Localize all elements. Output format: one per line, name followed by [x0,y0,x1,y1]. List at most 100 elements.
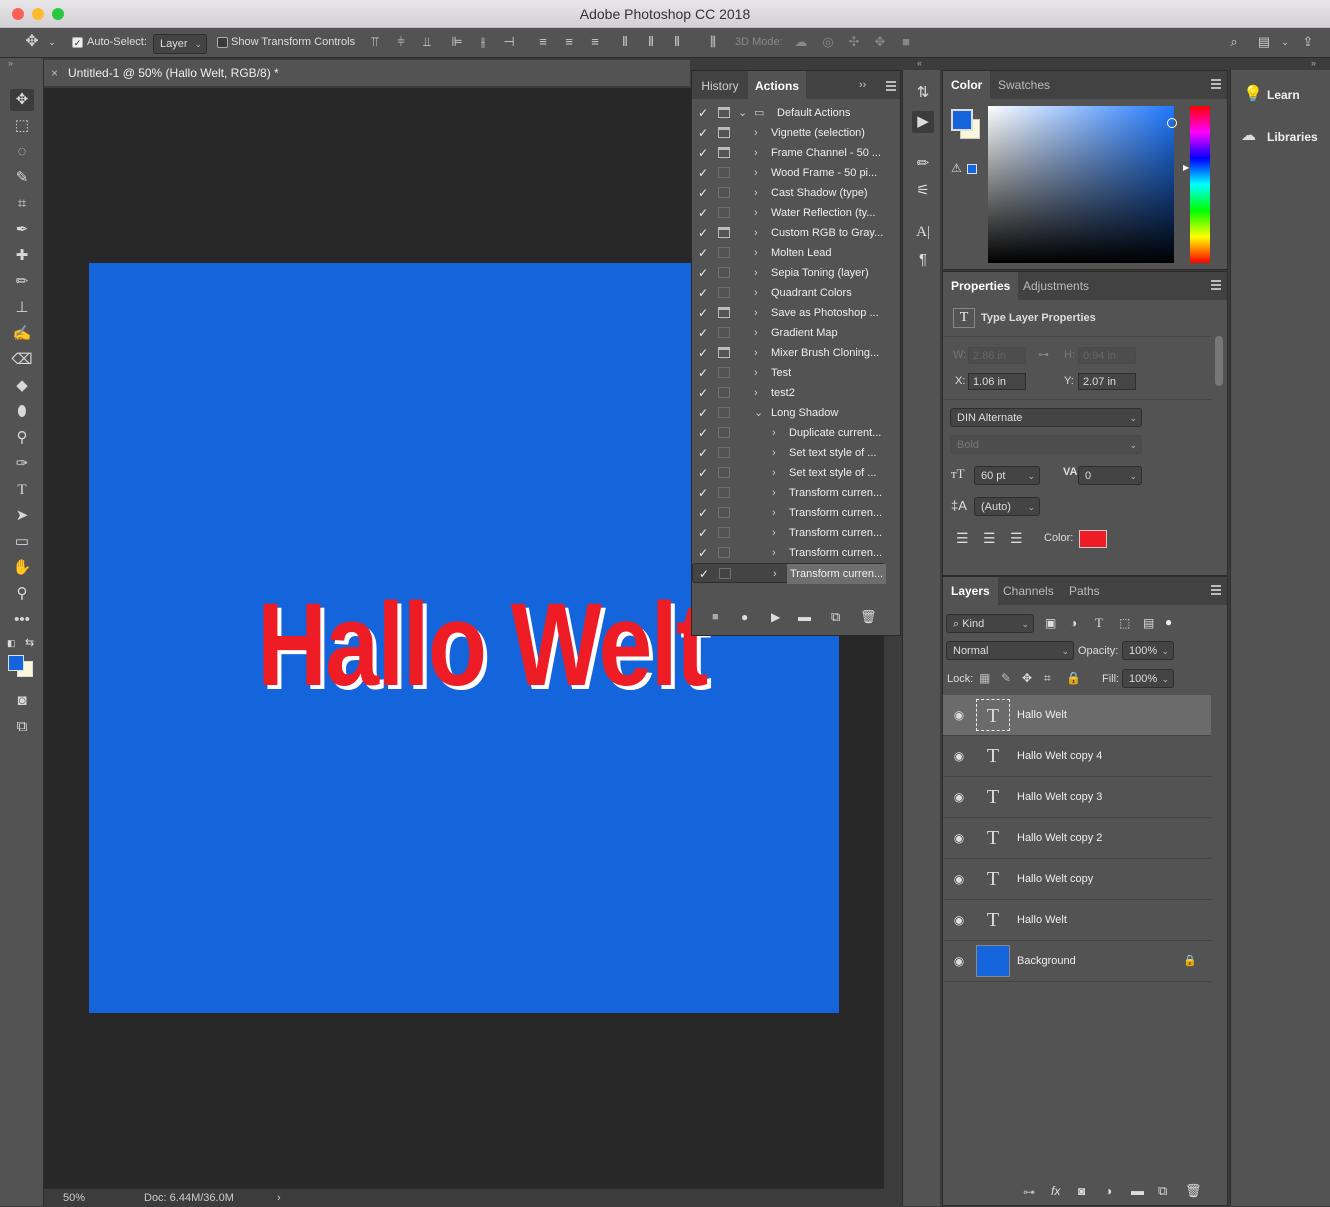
panel-menu-icon[interactable] [1211,280,1221,290]
web-safe-chip[interactable] [967,164,977,174]
layer-row[interactable]: ◉ T Hallo Welt copy [943,859,1211,900]
screen-mode-icon[interactable]: ⧉ [10,716,34,738]
quick-mask-icon[interactable]: ◙ [10,690,34,712]
workspace-chevron-icon[interactable]: ⌄ [1277,34,1293,50]
action-row[interactable]: ✓ ⌄ Long Shadow [692,403,885,423]
link-layers-icon[interactable]: ⊶ [1023,1185,1035,1199]
chevron-right-icon[interactable]: › [754,303,758,323]
lock-pixels-icon[interactable]: ✎ [1001,671,1011,685]
new-layer-icon[interactable]: ⧉ [1158,1183,1167,1199]
action-row[interactable]: ✓ › Gradient Map [692,323,885,343]
action-row[interactable]: ✓ › Quadrant Colors [692,283,885,303]
action-row[interactable]: ✓ › Transform curren... [692,543,885,563]
chevron-right-icon[interactable]: › [773,564,777,584]
chevron-right-icon[interactable]: › [754,183,758,203]
hue-slider-handle[interactable]: ▶ [1183,163,1189,172]
tab-history[interactable]: History [692,71,748,99]
align-top-icon[interactable]: ⫪ [367,34,383,50]
toggle-check-icon[interactable]: ✓ [698,103,710,123]
action-row[interactable]: ✓ › Sepia Toning (layer) [692,263,885,283]
layer-name[interactable]: Hallo Welt copy 2 [1017,818,1102,859]
eyedropper-tool-icon[interactable]: ✒ [10,219,34,241]
align-left-text-icon[interactable]: ☰ [956,530,969,547]
strip-collapse-icon[interactable]: « [917,58,922,68]
pen-tool-icon[interactable]: ✑ [10,453,34,475]
dialog-toggle-icon[interactable] [718,327,730,338]
action-row[interactable]: ✓ › Water Reflection (ty... [692,203,885,223]
chevron-right-icon[interactable]: › [754,163,758,183]
dialog-toggle-icon[interactable] [718,187,730,198]
more-tools-icon[interactable]: ••• [10,609,34,631]
action-row[interactable]: ✓ › Transform curren... [692,563,886,584]
document-tab[interactable]: × Untitled-1 @ 50% (Hallo Welt, RGB/8) * [44,60,690,86]
auto-select-dropdown[interactable]: Layer ⌄ [153,34,207,54]
dodge-tool-icon[interactable]: ⚲ [10,427,34,449]
toggle-check-icon[interactable]: ✓ [698,363,710,383]
delete-icon[interactable]: 🗑 [860,609,877,625]
swap-colors-icon[interactable]: ⇆ [25,636,34,649]
filter-smart-object-icon[interactable]: ▤ [1143,616,1154,630]
toggle-check-icon[interactable]: ✓ [698,303,710,323]
marquee-tool-icon[interactable]: ⬚ [10,115,34,137]
zoom-level[interactable]: 50% [63,1189,85,1207]
dialog-toggle-icon[interactable] [718,287,730,298]
tab-color[interactable]: Color [943,71,991,99]
distribute-vcenter-icon[interactable]: ≡ [561,34,577,50]
y-field[interactable]: 2.07 in [1078,373,1136,390]
dialog-toggle-icon[interactable] [718,267,730,278]
zoom-window-button[interactable] [52,8,64,20]
font-family-dropdown[interactable]: DIN Alternate ⌄ [950,408,1142,427]
layer-name[interactable]: Background [1017,941,1076,982]
toggle-check-icon[interactable]: ✓ [698,263,710,283]
layer-name[interactable]: Hallo Welt [1017,900,1067,941]
leading-field[interactable]: (Auto) ⌄ [974,497,1040,516]
action-row[interactable]: ✓ › Wood Frame - 50 pi... [692,163,885,183]
paragraph-panel-icon[interactable]: ¶ [912,249,934,271]
align-bottom-icon[interactable]: ⫫ [419,34,435,50]
font-size-field[interactable]: 60 pt ⌄ [974,466,1040,485]
align-right-icon[interactable]: ⊣ [501,34,517,50]
history-brush-tool-icon[interactable]: ✍ [10,323,34,345]
layer-name[interactable]: Hallo Welt copy [1017,859,1093,900]
lock-all-icon[interactable]: 🔒 [1066,671,1081,685]
path-select-tool-icon[interactable]: ➤ [10,505,34,527]
filter-shape-icon[interactable]: ⬚ [1119,616,1130,630]
dialog-toggle-icon[interactable] [718,247,730,258]
chevron-right-icon[interactable]: › [754,243,758,263]
auto-select-checkbox[interactable]: ✓ [72,37,83,48]
panel-menu-icon[interactable] [1211,79,1221,89]
action-row[interactable]: ✓ › Molten Lead [692,243,885,263]
lock-transparent-icon[interactable]: ▦ [979,671,990,685]
layer-row[interactable]: ◉ T Hallo Welt copy 4 [943,736,1211,777]
filter-type-icon[interactable]: T [1095,615,1103,631]
healing-brush-tool-icon[interactable]: ✚ [10,245,34,267]
chevron-right-icon[interactable]: › [754,323,758,343]
layer-name[interactable]: Hallo Welt copy 4 [1017,736,1102,777]
tab-layers[interactable]: Layers [943,577,998,605]
dialog-toggle-icon[interactable] [718,367,730,378]
dialog-toggle-icon[interactable] [718,387,730,398]
dialog-toggle-icon[interactable] [718,547,730,558]
x-field[interactable]: 1.06 in [968,373,1026,390]
chevron-right-icon[interactable]: › [754,363,758,383]
layer-row[interactable]: ◉ Background 🔒 [943,941,1211,982]
toggle-check-icon[interactable]: ✓ [698,243,710,263]
toggle-check-icon[interactable]: ✓ [698,523,710,543]
chevron-down-icon[interactable]: ⌄ [738,103,747,123]
filter-toggle-icon[interactable]: ● [1165,615,1172,629]
search-icon[interactable]: ⌕ [1226,34,1242,50]
layer-row[interactable]: ◉ T Hallo Welt [943,695,1211,736]
hue-slider[interactable] [1190,106,1210,263]
color-field[interactable] [988,106,1177,263]
toggle-check-icon[interactable]: ✓ [698,223,710,243]
dialog-toggle-icon[interactable] [718,407,730,418]
move-tool-icon[interactable]: ✥ [24,34,40,50]
panel-menu-icon[interactable] [886,81,896,91]
visibility-eye-icon[interactable]: ◉ [951,790,967,804]
dialog-toggle-icon[interactable] [718,507,730,518]
dialog-toggle-icon[interactable] [718,467,730,478]
action-set-row[interactable]: ✓ ⌄ ▭ Default Actions [692,103,885,123]
tab-swatches[interactable]: Swatches [990,71,1058,99]
align-right-text-icon[interactable]: ☰ [1010,530,1023,547]
toggle-check-icon[interactable]: ✓ [698,463,710,483]
